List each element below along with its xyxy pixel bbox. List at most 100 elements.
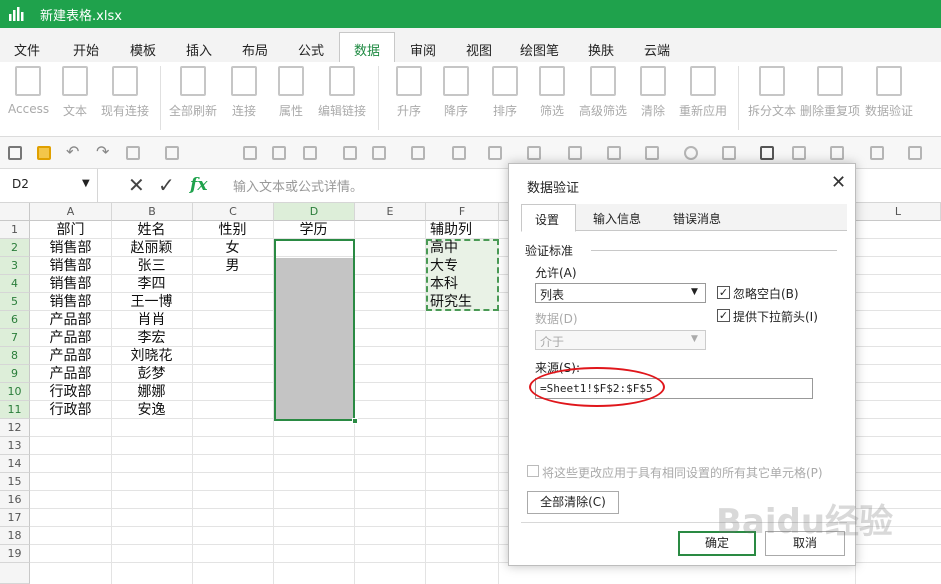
cell-a8[interactable]: 产品部 <box>30 347 111 365</box>
menu-view[interactable]: 视图 <box>466 40 492 59</box>
reapply-button[interactable]: 重新应用 <box>677 66 729 119</box>
menu-skin[interactable]: 换肤 <box>588 40 614 59</box>
properties-button[interactable]: 属性 <box>275 66 307 119</box>
radar-chart-icon[interactable] <box>568 146 582 160</box>
cell-a4[interactable]: 销售部 <box>30 275 111 293</box>
cell-a2[interactable]: 销售部 <box>30 239 111 257</box>
histogram-icon[interactable] <box>488 146 502 160</box>
row-header-17[interactable]: 17 <box>0 509 30 527</box>
cell-a11[interactable]: 行政部 <box>30 401 111 419</box>
formula-input[interactable]: 输入文本或公式详情。 <box>233 176 363 195</box>
access-button[interactable]: Access <box>8 66 49 116</box>
row-header-18[interactable]: 18 <box>0 527 30 545</box>
dropdown-arrow-checkbox[interactable]: ✓ <box>717 309 730 322</box>
menu-pen[interactable]: 绘图笔 <box>520 40 559 59</box>
fill-handle[interactable] <box>352 418 358 424</box>
cell-f4[interactable]: 本科 <box>430 275 498 293</box>
cell-a3[interactable]: 销售部 <box>30 257 111 275</box>
cell-c2[interactable]: 女 <box>192 239 273 257</box>
print-icon[interactable] <box>165 146 179 160</box>
symbol-icon[interactable] <box>830 146 844 160</box>
open-folder-icon[interactable] <box>37 146 51 160</box>
row-header-3[interactable]: 3 <box>0 257 30 275</box>
menu-data[interactable]: 数据 <box>354 40 380 59</box>
clear-filter-button[interactable]: 清除 <box>638 66 668 119</box>
text-box-icon[interactable] <box>760 146 774 160</box>
connections-button[interactable]: 连接 <box>228 66 260 119</box>
menu-review[interactable]: 审阅 <box>410 40 436 59</box>
close-icon[interactable]: ✕ <box>831 172 846 193</box>
row-header-20[interactable] <box>0 563 30 584</box>
data-select[interactable]: 介于 ▼ <box>535 330 706 350</box>
cancel-formula-icon[interactable]: ✕ <box>128 173 145 197</box>
sort-descending-button[interactable]: 降序 <box>440 66 472 119</box>
chevron-down-icon[interactable]: ▼ <box>691 334 698 344</box>
row-header-5[interactable]: 5 <box>0 293 30 311</box>
sum-icon[interactable] <box>908 146 922 160</box>
cell-a1[interactable]: 部门 <box>30 221 111 239</box>
clear-all-button[interactable]: 全部清除(C) <box>527 491 619 514</box>
cell-a5[interactable]: 销售部 <box>30 293 111 311</box>
chevron-down-icon[interactable]: ▼ <box>82 178 90 189</box>
cell-a9[interactable]: 产品部 <box>30 365 111 383</box>
cell-f3[interactable]: 大专 <box>430 257 498 275</box>
column-header-e[interactable]: E <box>355 203 426 221</box>
row-header-13[interactable]: 13 <box>0 437 30 455</box>
row-header-16[interactable]: 16 <box>0 491 30 509</box>
more-tools-icon[interactable] <box>870 146 884 160</box>
cell-b7[interactable]: 李宏 <box>111 329 192 347</box>
row-header-2[interactable]: 2 <box>0 239 30 257</box>
row-header-12[interactable]: 12 <box>0 419 30 437</box>
cell-b8[interactable]: 刘晓花 <box>111 347 192 365</box>
cell-b11[interactable]: 安逸 <box>111 401 192 419</box>
insert-function-icon[interactable]: fx <box>190 175 207 195</box>
row-header-11[interactable]: 11 <box>0 401 30 419</box>
menu-cloud[interactable]: 云端 <box>644 40 670 59</box>
tab-input-message[interactable]: 输入信息 <box>593 210 641 227</box>
ignore-blank-checkbox[interactable]: ✓ <box>717 286 730 299</box>
edit-links-button[interactable]: 编辑链接 <box>318 66 366 119</box>
cell-f2[interactable]: 高中 <box>430 239 498 257</box>
header-footer-icon[interactable] <box>792 146 806 160</box>
apply-all-checkbox[interactable] <box>527 465 539 477</box>
cell-c1[interactable]: 性别 <box>192 221 273 239</box>
cell-b2[interactable]: 赵丽颖 <box>111 239 192 257</box>
existing-connection-button[interactable]: 现有连接 <box>100 66 150 119</box>
cell-b5[interactable]: 王一博 <box>111 293 192 311</box>
area-chart-icon[interactable] <box>527 146 541 160</box>
menu-formula[interactable]: 公式 <box>298 40 324 59</box>
cell-b10[interactable]: 娜娜 <box>111 383 192 401</box>
save-icon[interactable] <box>126 146 140 160</box>
undo-icon[interactable]: ↶ <box>66 142 79 161</box>
chevron-down-icon[interactable]: ▼ <box>691 287 698 297</box>
column-header-b[interactable]: B <box>112 203 193 221</box>
row-header-14[interactable]: 14 <box>0 455 30 473</box>
row-header-8[interactable]: 8 <box>0 347 30 365</box>
shape-icon[interactable] <box>343 146 357 160</box>
stock-chart-icon[interactable] <box>645 146 659 160</box>
menu-insert[interactable]: 插入 <box>186 40 212 59</box>
chart-shape-icon[interactable] <box>372 146 386 160</box>
sort-button[interactable]: 排序 <box>489 66 521 119</box>
cell-f5[interactable]: 研究生 <box>430 293 498 311</box>
column-header-c[interactable]: C <box>193 203 274 221</box>
menu-file[interactable]: 文件 <box>14 40 40 59</box>
row-header-6[interactable]: 6 <box>0 311 30 329</box>
new-file-icon[interactable] <box>8 146 22 160</box>
sort-ascending-button[interactable]: 升序 <box>393 66 425 119</box>
name-box[interactable]: D2 ▼ <box>0 169 98 202</box>
filter-button[interactable]: 筛选 <box>536 66 568 119</box>
remove-duplicates-button[interactable]: 删除重复项 <box>800 66 860 119</box>
column-header-l[interactable]: L <box>856 203 941 221</box>
split-text-button[interactable]: 拆分文本 <box>747 66 797 119</box>
pie-chart-icon[interactable] <box>684 146 698 160</box>
cell-a6[interactable]: 产品部 <box>30 311 111 329</box>
confirm-formula-icon[interactable]: ✓ <box>158 173 175 197</box>
column-header-a[interactable]: A <box>30 203 112 221</box>
line-chart-icon[interactable] <box>607 146 621 160</box>
cell-b1[interactable]: 姓名 <box>111 221 192 239</box>
menu-home[interactable]: 开始 <box>73 40 99 59</box>
bar-chart-icon[interactable] <box>452 146 466 160</box>
row-header-7[interactable]: 7 <box>0 329 30 347</box>
menu-layout[interactable]: 布局 <box>242 40 268 59</box>
